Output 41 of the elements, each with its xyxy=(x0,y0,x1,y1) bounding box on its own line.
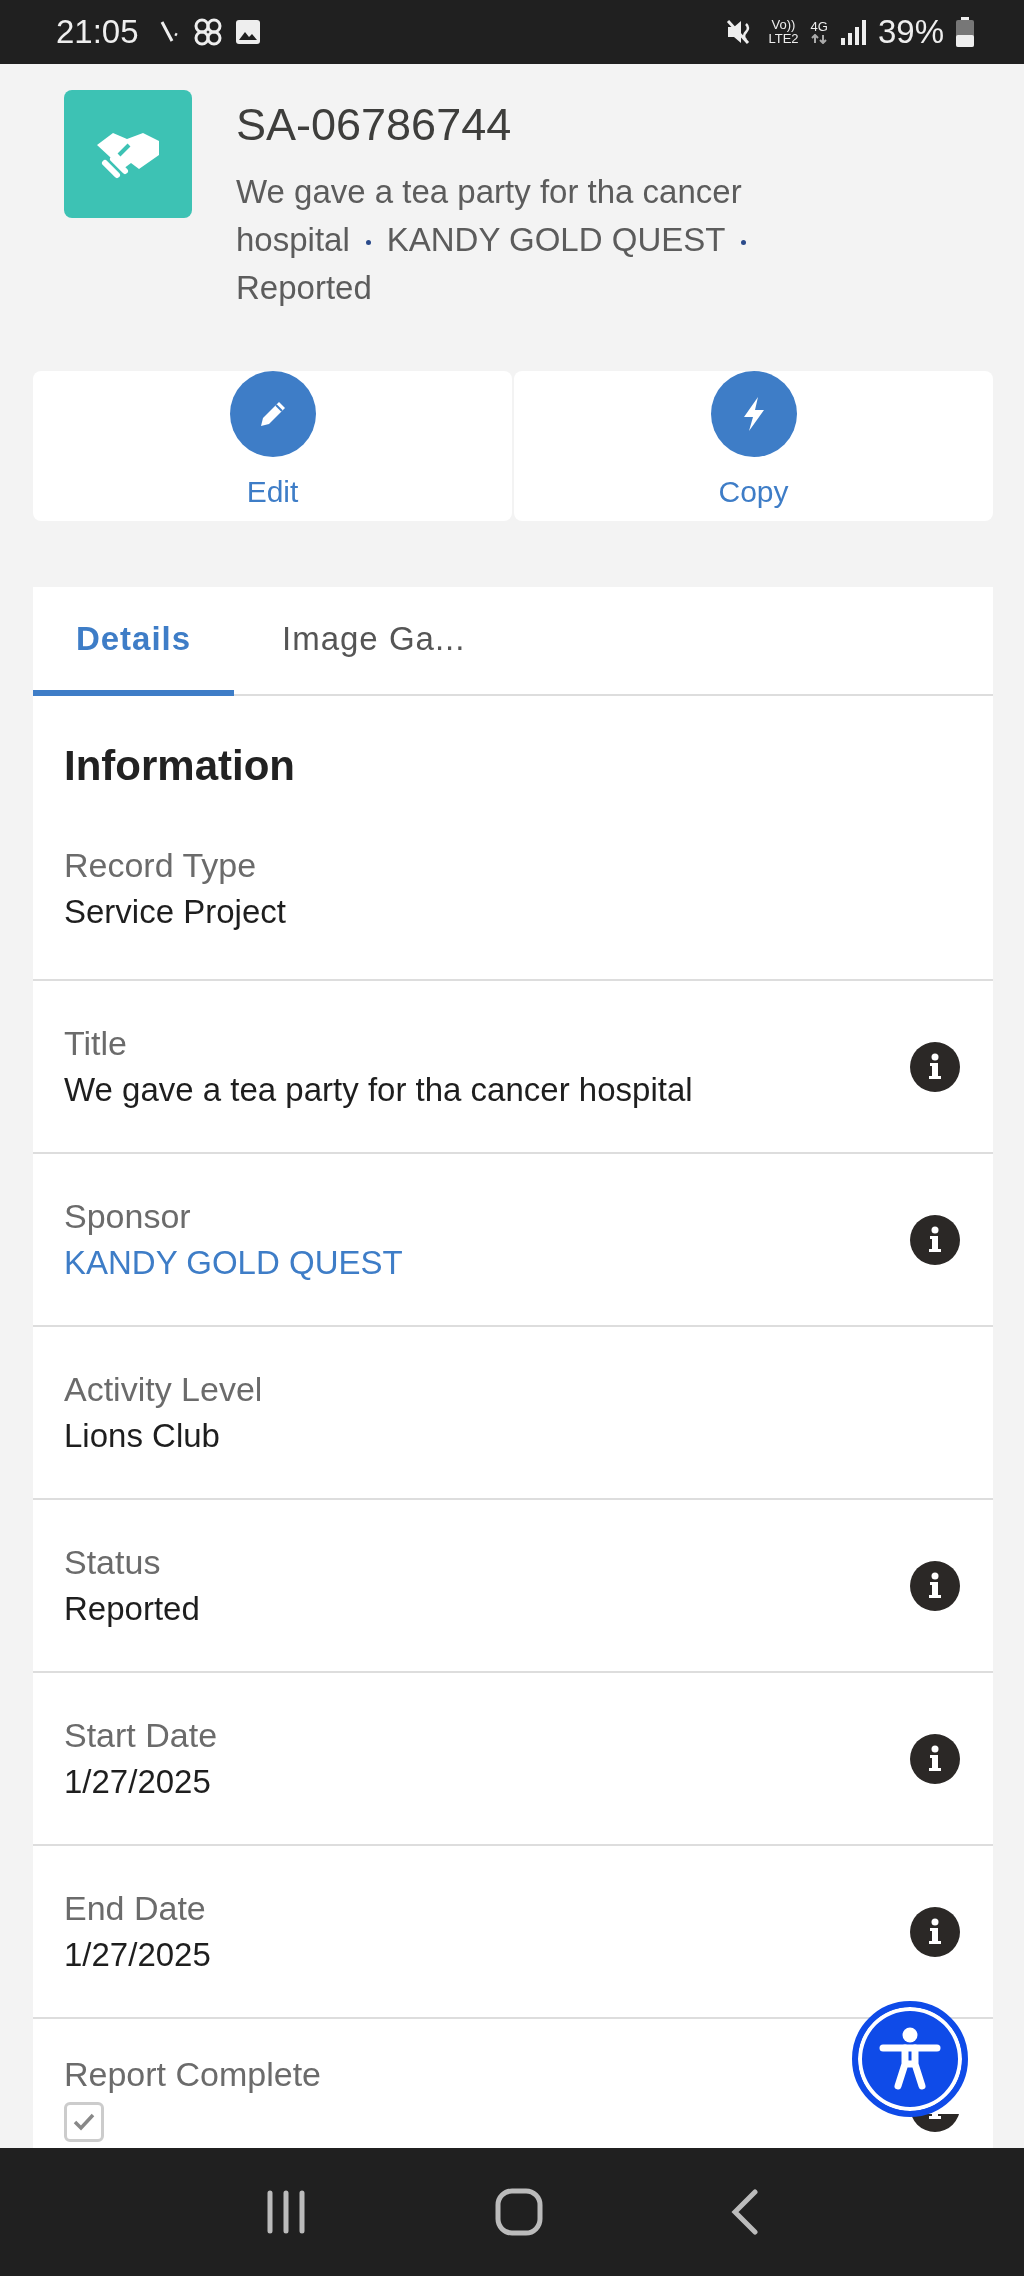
info-icon[interactable] xyxy=(910,1560,960,1611)
field-value: 1/27/2025 xyxy=(64,1936,211,1974)
signal-icon xyxy=(839,18,866,46)
field-label: Start Date xyxy=(64,1716,218,1755)
field-label: End Date xyxy=(64,1889,207,1928)
info-icon[interactable] xyxy=(910,1733,960,1784)
field-label: Record Type xyxy=(64,846,258,885)
edit-button[interactable]: Edit xyxy=(33,371,512,521)
record-type-icon xyxy=(64,90,192,218)
field-label: Activity Level xyxy=(64,1370,263,1409)
clock-time: 21:05 xyxy=(56,13,139,51)
section-title: Information xyxy=(63,741,296,791)
lte-label: LTE2 xyxy=(768,32,799,46)
image-icon xyxy=(234,19,261,45)
info-icon[interactable] xyxy=(910,1041,960,1092)
field-label: Title xyxy=(64,1024,128,1063)
field-value: We gave a tea party for tha cancer hospital xyxy=(64,1071,693,1109)
network-label: 4G xyxy=(810,20,828,34)
field-value: Reported xyxy=(64,1590,200,1628)
copy-button[interactable]: Copy xyxy=(514,371,993,521)
data-arrows-icon xyxy=(811,34,828,44)
field-label: Report Complete xyxy=(64,2055,321,2094)
tab[interactable]: Details xyxy=(33,587,234,696)
info-icon[interactable] xyxy=(910,1214,960,1265)
volte-label: Vo)) xyxy=(771,18,796,32)
tab[interactable]: Image Ga... xyxy=(234,587,497,696)
back-icon[interactable] xyxy=(730,2189,761,2235)
record-subtitle: We gave a tea party for tha cancer hospital KANDY GOLD QUEST Reported xyxy=(236,168,846,312)
checkmark-icon xyxy=(72,2112,96,2132)
field-value: 1/27/2025 xyxy=(64,1763,212,1801)
battery-percent: 39% xyxy=(877,13,944,51)
battery-icon xyxy=(956,17,974,47)
sponsor-link[interactable]: KANDY GOLD QUEST xyxy=(64,1244,403,1282)
info-icon[interactable] xyxy=(910,1906,960,1957)
field-value: Service Project xyxy=(64,893,286,931)
field-label: Sponsor xyxy=(64,1197,192,1236)
field-value: Lions Club xyxy=(64,1417,221,1455)
record-number: SA-06786744 xyxy=(236,98,513,152)
field-label: Status xyxy=(64,1543,162,1582)
home-icon[interactable] xyxy=(495,2188,543,2236)
knot-icon xyxy=(192,17,223,47)
